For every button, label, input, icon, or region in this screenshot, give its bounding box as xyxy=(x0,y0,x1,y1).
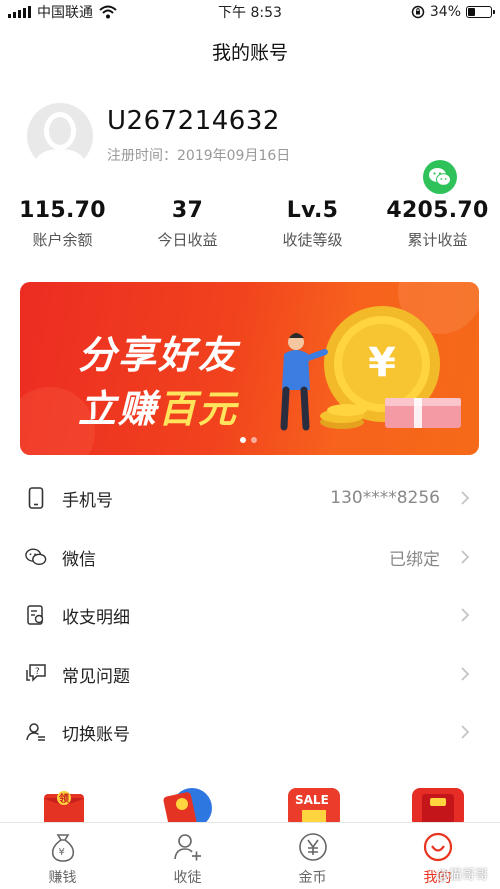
banner-subline-prefix: 立赚 xyxy=(78,387,159,431)
money-bag-icon: ¥ xyxy=(51,834,74,862)
tab-earn[interactable]: ¥ 赚钱 xyxy=(0,823,125,889)
menu-item-value: 130****8256 xyxy=(330,488,440,508)
svg-text:?: ? xyxy=(35,667,40,677)
stat-today-income[interactable]: 37 今日收益 xyxy=(125,198,250,250)
tab-label: 收徒 xyxy=(173,870,202,886)
banner-pagination xyxy=(240,437,257,443)
stats-row: 115.70 账户余额 37 今日收益 Lv.5 收徒等级 4205.70 累计… xyxy=(0,198,500,250)
battery-percent: 34% xyxy=(429,4,461,20)
wechat-icon[interactable] xyxy=(423,160,457,194)
stat-value: 37 xyxy=(171,198,204,223)
tab-label: 赚钱 xyxy=(48,870,77,886)
user-id: U267214632 xyxy=(107,106,280,136)
tab-coins[interactable]: 金币 xyxy=(250,823,375,889)
menu-item-label: 手机号 xyxy=(62,490,113,511)
faq-icon: ? xyxy=(25,663,47,685)
menu-item-wechat[interactable]: 微信 已绑定 xyxy=(0,528,500,586)
stat-value: 4205.70 xyxy=(386,198,489,223)
tab-label: 金币 xyxy=(298,870,327,886)
page-title: 我的账号 xyxy=(211,42,288,64)
promo-gift-icon[interactable] xyxy=(162,786,214,830)
banner-subline-highlight: 百元 xyxy=(158,387,239,431)
chevron-right-icon xyxy=(461,550,470,564)
stat-balance[interactable]: 115.70 账户余额 xyxy=(0,198,125,250)
yuan-icon: ¥ xyxy=(368,340,396,386)
menu-item-label: 收支明细 xyxy=(62,607,130,628)
stat-label: 账户余额 xyxy=(32,231,93,249)
promo-sale-icon[interactable]: SALE xyxy=(288,786,340,828)
menu-item-label: 常见问题 xyxy=(62,666,130,687)
clock: 下午 8:53 xyxy=(218,5,282,21)
menu-item-transactions[interactable]: 收支明细 xyxy=(0,586,500,644)
stat-label: 累计收益 xyxy=(407,231,468,249)
default-avatar-icon xyxy=(33,112,87,169)
chevron-right-icon xyxy=(461,491,470,505)
stat-level[interactable]: Lv.5 收徒等级 xyxy=(250,198,375,250)
orientation-lock-icon xyxy=(411,5,425,19)
menu-item-label: 微信 xyxy=(62,549,96,570)
promo-red-envelope-icon[interactable]: 领 xyxy=(38,786,90,828)
watermark: @猫哥哥 xyxy=(435,868,488,883)
chevron-right-icon xyxy=(461,608,470,622)
menu-item-phone[interactable]: 手机号 130****8256 xyxy=(0,469,500,527)
tab-apprentice[interactable]: 收徒 xyxy=(125,823,250,889)
coin-icon xyxy=(298,833,327,861)
promo3-text: SALE xyxy=(295,793,329,807)
stat-label: 收徒等级 xyxy=(282,231,343,249)
wechat-icon xyxy=(25,546,47,568)
switch-account-icon xyxy=(25,721,47,743)
menu-item-label: 切换账号 xyxy=(62,724,130,745)
signal-icon xyxy=(8,6,31,18)
menu-item-value: 已绑定 xyxy=(389,549,440,570)
status-bar: 中国联通 下午 8:53 34% xyxy=(0,0,500,24)
avatar[interactable] xyxy=(27,103,93,169)
promo-envelope-icon[interactable] xyxy=(412,786,464,828)
pagination-dot-active xyxy=(240,437,246,443)
svg-text:¥: ¥ xyxy=(58,847,64,858)
stat-value: 115.70 xyxy=(19,198,106,223)
banner-headline: 分享好友 xyxy=(78,333,239,377)
promo1-text: 领 xyxy=(59,792,69,805)
ledger-icon xyxy=(25,604,47,626)
banner-subline: 立赚百元 xyxy=(78,378,238,433)
carrier-name: 中国联通 xyxy=(37,5,93,21)
share-banner[interactable]: ¥ 分享好友 立赚百元 xyxy=(20,282,479,455)
menu-item-switch-account[interactable]: 切换账号 xyxy=(0,703,500,761)
add-user-icon xyxy=(173,834,201,861)
smile-icon xyxy=(423,832,452,862)
phone-icon xyxy=(25,487,47,509)
chevron-right-icon xyxy=(461,667,470,681)
stat-value: Lv.5 xyxy=(286,198,339,223)
menu-item-faq[interactable]: ? 常见问题 xyxy=(0,645,500,703)
pagination-dot xyxy=(251,437,257,443)
stat-total-income[interactable]: 4205.70 累计收益 xyxy=(375,198,500,250)
chevron-right-icon xyxy=(461,725,470,739)
stat-label: 今日收益 xyxy=(157,231,218,249)
register-date: 注册时间：2019年09月16日 xyxy=(107,148,291,164)
battery-icon xyxy=(466,6,495,18)
wifi-icon xyxy=(99,5,117,19)
tab-bar: ¥ 赚钱 收徒 金币 我的 @猫哥哥 xyxy=(0,822,500,889)
